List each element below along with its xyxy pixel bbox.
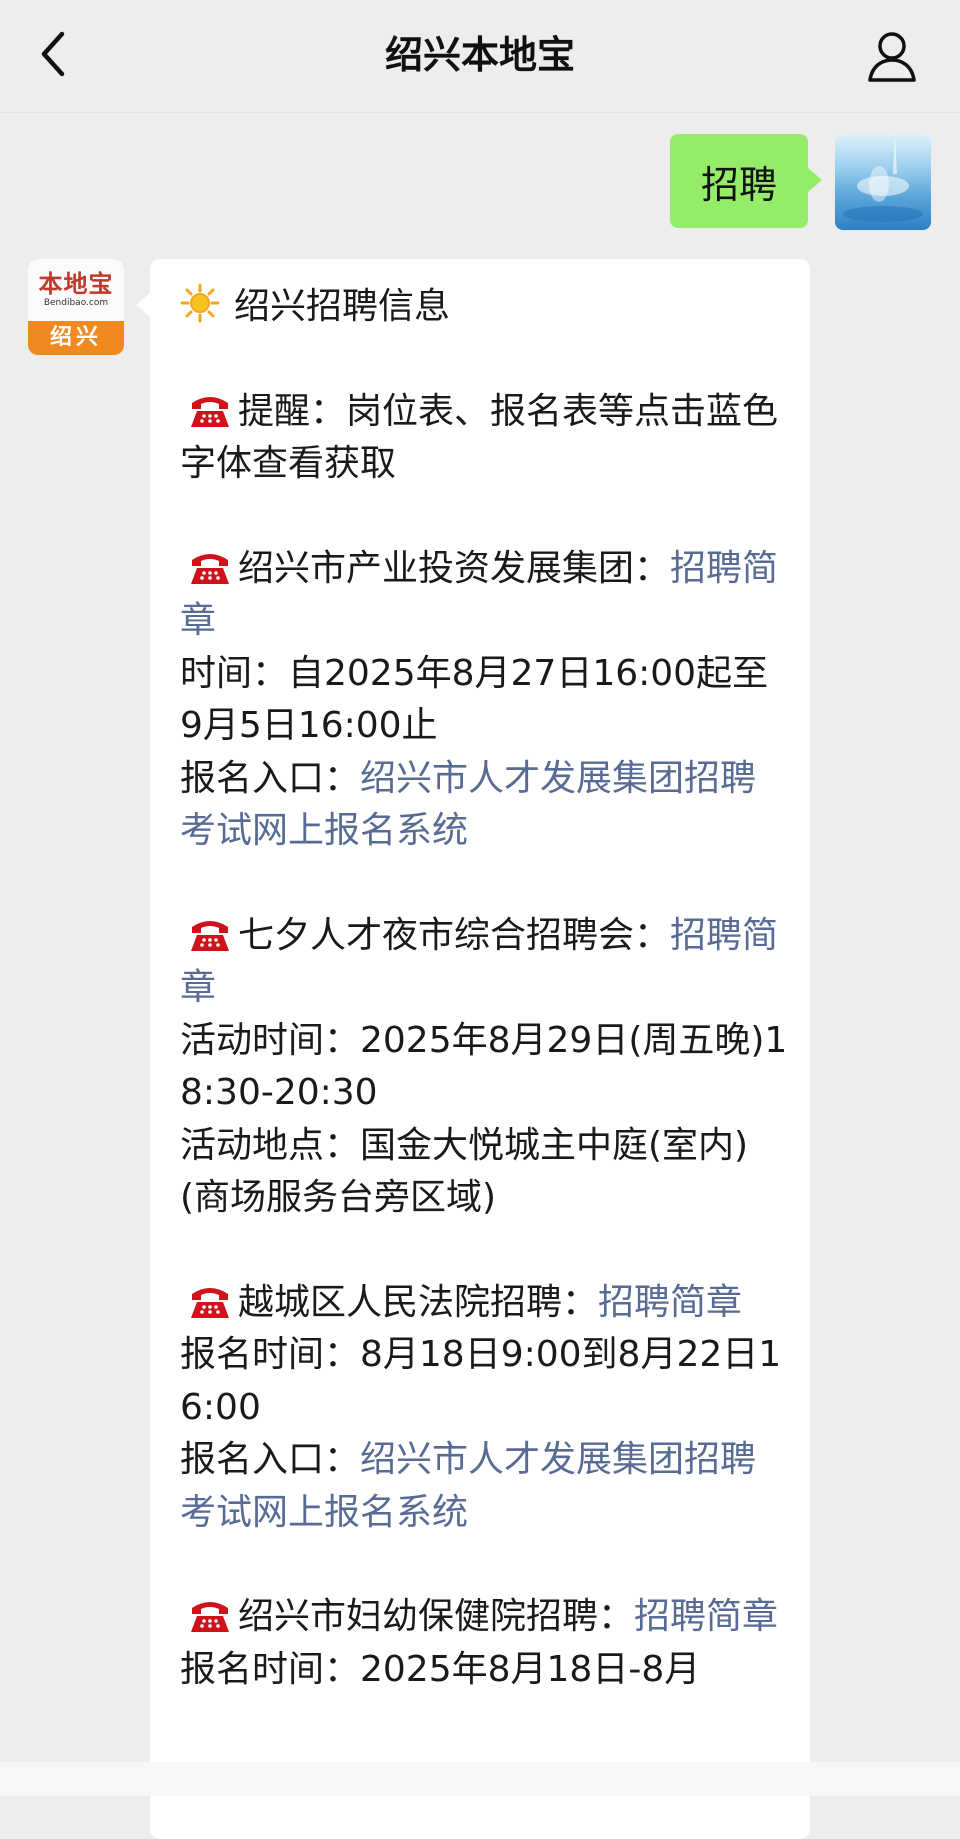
job-item-name: 七夕人才夜市综合招聘会：	[238, 914, 671, 956]
logo-text: 本地宝	[38, 270, 114, 298]
message-title: 绍兴招聘信息	[234, 286, 451, 327]
logo-domain: Bendibao.com	[43, 298, 109, 308]
job-item-time: 时间：自2025年8月27日16:00起至9月5日16:00止	[180, 652, 769, 747]
job-item-name: 绍兴市妇幼保健院招聘：	[238, 1596, 635, 1637]
job-item-3-heading: 越城区人民法院招聘：招聘简章	[180, 1277, 788, 1330]
job-brochure-link[interactable]: 招聘简章	[598, 1282, 742, 1323]
job-brochure-link[interactable]: 招聘简章	[634, 1596, 778, 1637]
event-place: 活动地点：国金大悦城主中庭(室内)(商场服务台旁区域)	[180, 1124, 749, 1219]
entry-label: 报名入口：	[180, 757, 361, 799]
bendibao-logo: 本地宝 Bendibao.com	[28, 259, 124, 321]
input-bar-edge	[0, 1762, 960, 1796]
job-item-2-heading: 七夕人才夜市综合招聘会：招聘简章	[180, 910, 788, 1015]
job-item-entry: 报名入口：绍兴市人才发展集团招聘考试网上报名系统	[180, 753, 788, 858]
bot-message-text: 绍兴招聘信息 提醒：岗位表、报名表等点击蓝色字体查看获取 绍兴市产业投资发展集团…	[180, 281, 788, 1696]
job-item-time: 报名时间：8月18日9:00到8月22日16:00	[180, 1334, 782, 1428]
page-title: 绍兴本地宝	[384, 33, 575, 77]
reminder-text: 提醒：岗位表、报名表等点击蓝色字体查看获取	[180, 390, 779, 485]
telephone-icon	[191, 920, 229, 951]
water-splash-image	[843, 134, 923, 222]
telephone-icon	[191, 1287, 229, 1318]
top-nav-bar: 绍兴本地宝	[0, 0, 960, 113]
job-item-time: 报名时间：2025年8月18日-8月	[180, 1648, 701, 1690]
logo-city: 绍兴	[49, 325, 102, 350]
event-time: 活动时间：2025年8月29日(周五晚)18:30-20:30	[180, 1019, 788, 1114]
user-avatar[interactable]	[835, 134, 931, 230]
telephone-icon	[191, 1602, 229, 1632]
telephone-icon	[191, 553, 229, 584]
user-message-bubble[interactable]: 招聘	[670, 134, 822, 228]
person-icon	[868, 32, 916, 82]
bot-message-bubble: 绍兴招聘信息 提醒：岗位表、报名表等点击蓝色字体查看获取 绍兴市产业投资发展集团…	[136, 259, 810, 1839]
sun-icon	[180, 283, 220, 323]
reminder-line: 提醒：岗位表、报名表等点击蓝色字体查看获取	[180, 386, 788, 491]
job-item-name: 越城区人民法院招聘：	[238, 1281, 599, 1323]
message-title-line: 绍兴招聘信息	[180, 281, 788, 334]
job-item-entry: 报名入口：绍兴市人才发展集团招聘考试网上报名系统	[180, 1434, 788, 1539]
bot-avatar[interactable]: 本地宝 Bendibao.com 绍兴	[28, 259, 124, 355]
entry-label: 报名入口：	[180, 1439, 361, 1480]
job-item-4-heading: 绍兴市妇幼保健院招聘：招聘简章	[180, 1591, 788, 1644]
job-item-1-heading: 绍兴市产业投资发展集团：招聘简章	[180, 543, 788, 648]
user-message-text: 招聘	[700, 162, 777, 207]
job-item-name: 绍兴市产业投资发展集团：	[238, 547, 671, 589]
profile-button[interactable]	[862, 26, 922, 86]
telephone-icon	[191, 396, 229, 427]
